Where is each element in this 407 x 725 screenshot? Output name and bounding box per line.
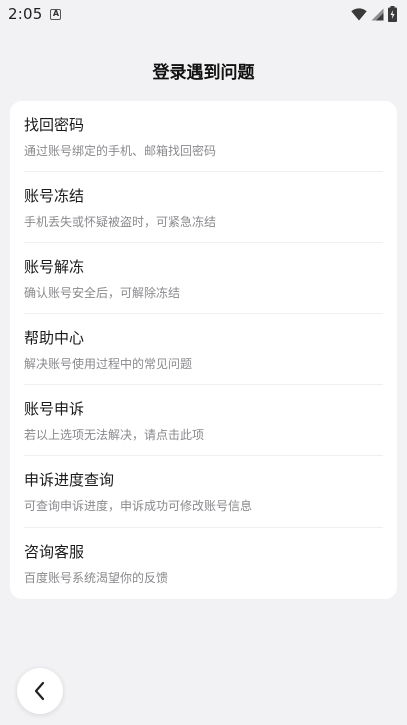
back-button[interactable] — [17, 668, 63, 714]
cell-signal-icon — [371, 8, 384, 20]
option-description: 若以上选项无法解决，请点击此项 — [24, 427, 205, 442]
option-title: 找回密码 — [24, 115, 85, 134]
option-title: 申诉进度查询 — [24, 471, 115, 490]
option-title: 咨询客服 — [24, 542, 85, 561]
page-title: 登录遇到问题 — [152, 63, 255, 83]
option-description: 百度账号系统渴望你的反馈 — [24, 570, 169, 585]
chevron-left-icon — [34, 681, 45, 701]
option-title: 账号申诉 — [24, 399, 85, 418]
help-options-card: 找回密码 通过账号绑定的手机、邮箱找回密码 账号冻结 手机丢失或怀疑被盗时，可紧… — [10, 101, 397, 599]
option-description: 解决账号使用过程中的常见问题 — [24, 356, 193, 371]
option-title: 账号解冻 — [24, 257, 85, 276]
option-description: 可查询申诉进度，申诉成功可修改账号信息 — [24, 499, 253, 514]
status-time: 2:05 — [8, 5, 43, 23]
option-freeze-account[interactable]: 账号冻结 手机丢失或怀疑被盗时，可紧急冻结 — [24, 172, 383, 244]
option-retrieve-password[interactable]: 找回密码 通过账号绑定的手机、邮箱找回密码 — [24, 101, 383, 173]
option-description: 确认账号安全后，可解除冻结 — [24, 285, 181, 300]
wifi-icon — [351, 7, 367, 20]
battery-icon — [388, 6, 397, 22]
option-appeal-progress[interactable]: 申诉进度查询 可查询申诉进度，申诉成功可修改账号信息 — [24, 456, 383, 528]
status-bar: 2:05 A — [0, 0, 407, 28]
option-description: 通过账号绑定的手机、邮箱找回密码 — [24, 143, 217, 158]
option-customer-service[interactable]: 咨询客服 百度账号系统渴望你的反馈 — [24, 528, 383, 599]
option-account-appeal[interactable]: 账号申诉 若以上选项无法解决，请点击此项 — [24, 385, 383, 457]
option-unfreeze-account[interactable]: 账号解冻 确认账号安全后，可解除冻结 — [24, 243, 383, 315]
status-icons — [351, 6, 397, 22]
option-help-center[interactable]: 帮助中心 解决账号使用过程中的常见问题 — [24, 314, 383, 386]
option-title: 帮助中心 — [24, 328, 85, 347]
option-title: 账号冻结 — [24, 186, 85, 205]
notification-icon: A — [50, 8, 62, 20]
option-description: 手机丢失或怀疑被盗时，可紧急冻结 — [24, 214, 217, 229]
